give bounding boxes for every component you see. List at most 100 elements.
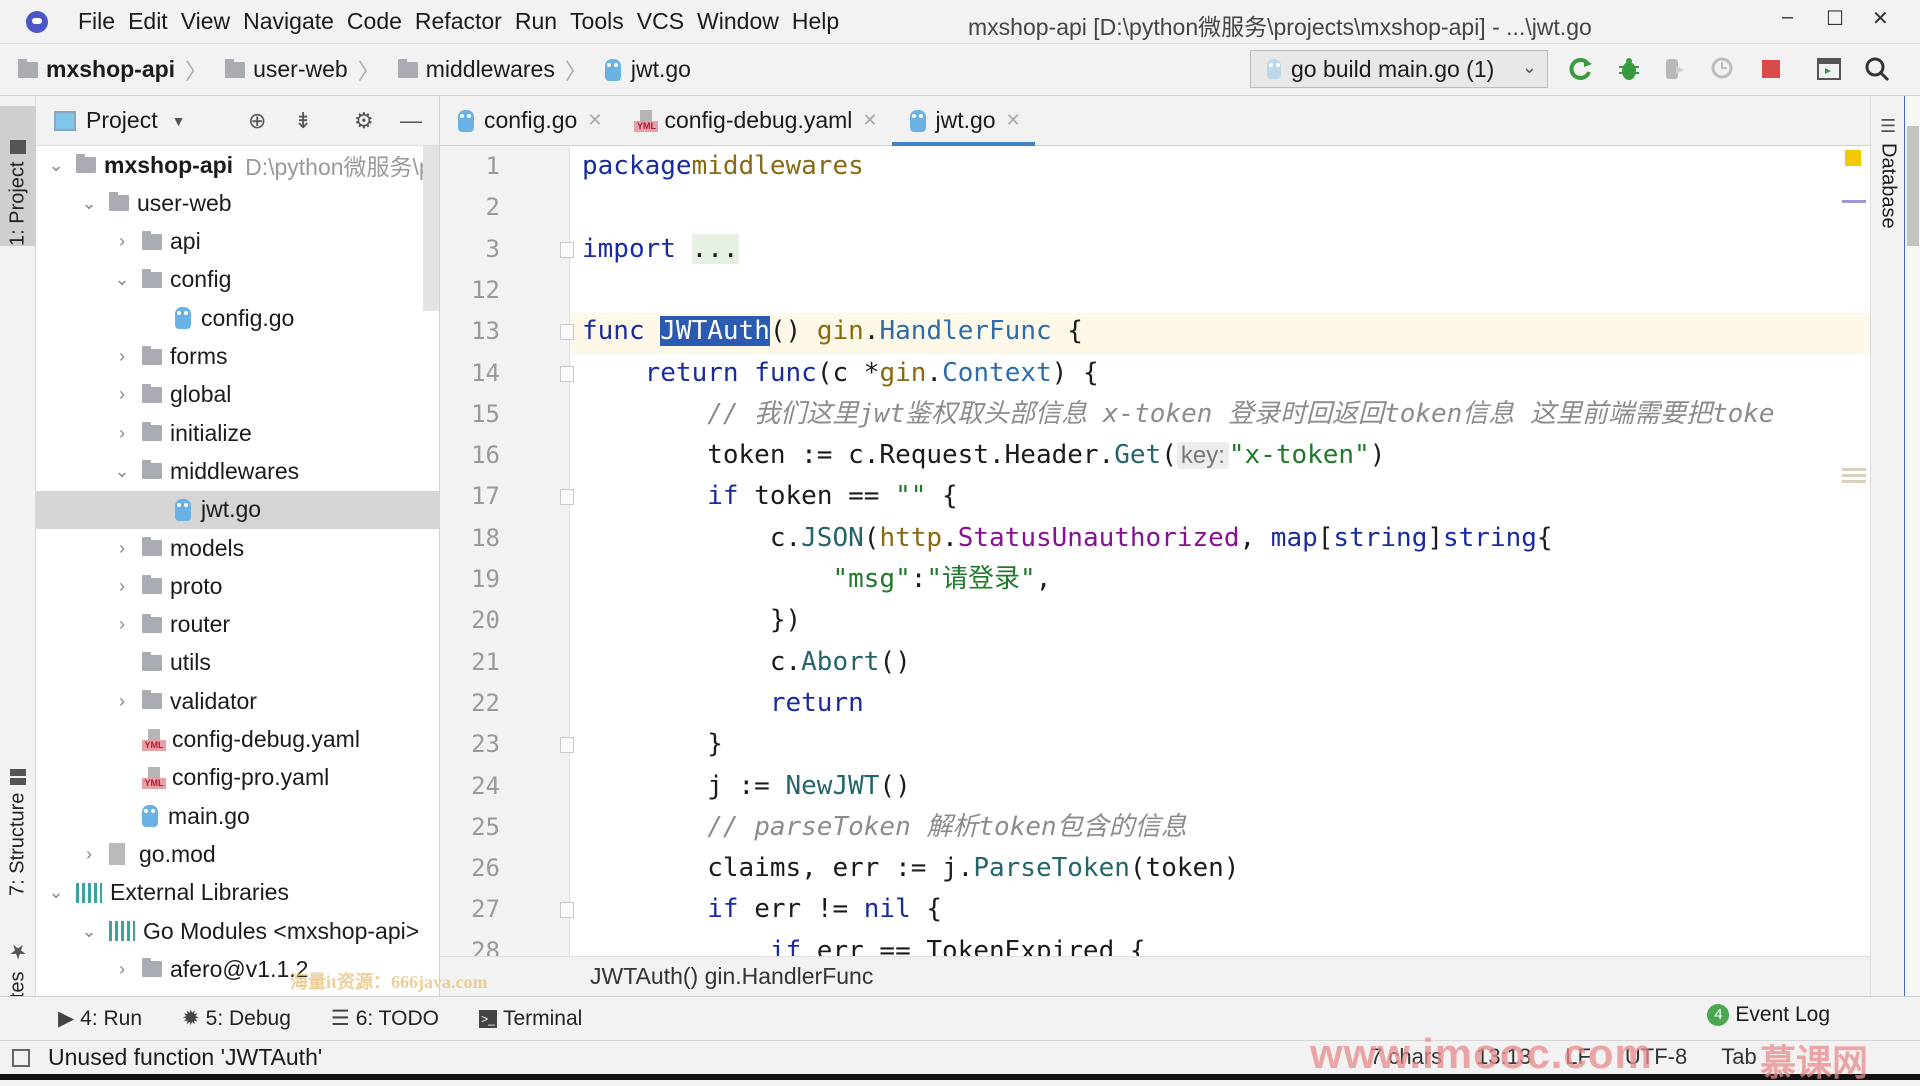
tree-item[interactable]: ⌄ mxshop-api D:\python微服务\pr — [36, 146, 440, 184]
fold-marker-icon[interactable] — [560, 737, 574, 754]
locate-file-icon[interactable]: ⊕ — [248, 108, 266, 134]
code-line[interactable]: j := NewJWT() — [582, 766, 911, 807]
close-tab-icon[interactable]: ✕ — [862, 110, 877, 131]
tree-item[interactable]: ⌄ middlewares — [36, 452, 440, 490]
code-breadcrumb[interactable]: JWTAuth() gin.HandlerFunc — [440, 956, 1870, 996]
fold-marker-icon[interactable] — [560, 324, 574, 341]
tree-item[interactable]: config-pro.yaml — [36, 759, 440, 797]
breadcrumb-project[interactable]: mxshop-api 〉 — [18, 54, 207, 86]
chevron-right-icon[interactable]: › — [112, 423, 132, 444]
tree-item[interactable]: › go.mod — [36, 835, 440, 873]
close-tab-icon[interactable]: ✕ — [587, 110, 602, 131]
project-view-selector[interactable]: Project — [86, 107, 158, 134]
fold-marker-icon[interactable] — [560, 489, 574, 506]
menu-window[interactable]: Window — [697, 8, 779, 35]
chevron-down-icon[interactable]: ⌄ — [46, 882, 66, 903]
chevron-down-icon[interactable]: ⌄ — [112, 269, 132, 290]
tree-item[interactable]: config.go — [36, 299, 440, 337]
gear-icon[interactable]: ⚙ — [354, 108, 374, 134]
tree-item[interactable]: ⌄ Go Modules <mxshop-api> — [36, 912, 440, 950]
tab-config-debug-yaml[interactable]: config-debug.yaml ✕ — [616, 96, 891, 146]
tool-event-log[interactable]: 4 Event Log — [1707, 1003, 1830, 1027]
fold-marker-icon[interactable] — [560, 902, 574, 919]
tree-item[interactable]: ⌄ External Libraries — [36, 874, 440, 912]
folded-region[interactable]: ... — [691, 233, 739, 264]
run-configuration-select[interactable]: go build main.go (1) ⌄ — [1250, 50, 1548, 88]
tool-tab-project[interactable]: 1: Project — [0, 106, 36, 246]
tool-terminal[interactable]: >_ Terminal — [478, 1007, 582, 1031]
code-line[interactable]: return func(c *gin.Context) { — [582, 353, 1099, 394]
tree-item[interactable]: ⌄ config — [36, 261, 440, 299]
chevron-down-icon[interactable]: ⌄ — [46, 155, 66, 176]
chevron-down-icon[interactable]: ⌄ — [79, 921, 99, 942]
tree-item[interactable]: › proto — [36, 567, 440, 605]
rerun-icon[interactable] — [1568, 56, 1594, 82]
editor-scrollbar[interactable] — [1904, 96, 1920, 996]
menu-tools[interactable]: Tools — [570, 8, 624, 35]
code-line[interactable]: }) — [582, 600, 801, 641]
tree-item[interactable]: utils — [36, 644, 440, 682]
tree-item[interactable]: ⌄ user-web — [36, 184, 440, 222]
chevron-right-icon[interactable]: › — [112, 614, 132, 635]
breadcrumb-middlewares[interactable]: middlewares 〉 — [397, 54, 587, 86]
collapse-all-icon[interactable]: ⇟ — [294, 108, 312, 134]
code-line[interactable]: if err != nil { — [582, 889, 942, 930]
menu-edit[interactable]: Edit — [128, 8, 168, 35]
code-line[interactable]: if token == "" { — [582, 476, 957, 517]
code-line[interactable]: return — [582, 683, 864, 724]
code-line[interactable]: func JWTAuth() gin.HandlerFunc { — [582, 311, 1083, 352]
chevron-right-icon[interactable]: › — [112, 959, 132, 980]
code-line[interactable]: c.JSON(http.StatusUnauthorized, map[stri… — [582, 518, 1553, 559]
menu-view[interactable]: View — [181, 8, 230, 35]
menu-refactor[interactable]: Refactor — [415, 8, 502, 35]
breadcrumb-file[interactable]: jwt.go — [604, 56, 691, 83]
maximize-button[interactable]: ☐ — [1826, 6, 1844, 31]
chevron-down-icon[interactable]: ⌄ — [79, 193, 99, 214]
close-tab-icon[interactable]: ✕ — [1006, 110, 1021, 131]
code-line[interactable]: import ... — [582, 229, 739, 270]
menu-help[interactable]: Help — [792, 8, 839, 35]
tree-scrollbar[interactable] — [423, 146, 439, 311]
debug-icon[interactable] — [1616, 56, 1642, 82]
tool-todo[interactable]: ☰ 6: TODO — [331, 1006, 439, 1031]
chevron-right-icon[interactable]: › — [79, 844, 99, 865]
tree-item[interactable]: › router — [36, 606, 440, 644]
close-button[interactable]: ✕ — [1872, 6, 1889, 31]
tree-item[interactable]: › models — [36, 529, 440, 567]
tree-item[interactable]: › validator — [36, 682, 440, 720]
tree-item[interactable]: › global — [36, 376, 440, 414]
code-line[interactable]: claims, err := j.ParseToken(token) — [582, 848, 1239, 889]
chevron-right-icon[interactable]: › — [112, 231, 132, 252]
chevron-right-icon[interactable]: › — [112, 691, 132, 712]
menu-navigate[interactable]: Navigate — [243, 8, 334, 35]
code-line[interactable]: token := c.Request.Header.Get(key: "x-tok… — [582, 435, 1385, 476]
tool-run[interactable]: ▶ 4: Run — [58, 1006, 142, 1031]
code-line[interactable]: packagemiddlewares — [582, 146, 864, 187]
breadcrumb-user-web[interactable]: user-web 〉 — [225, 54, 380, 86]
tab-jwt-go[interactable]: jwt.go ✕ — [891, 96, 1035, 146]
chevron-right-icon[interactable]: › — [112, 576, 132, 597]
toggle-tool-windows-icon[interactable] — [12, 1048, 30, 1067]
scrollbar-thumb[interactable] — [1907, 126, 1919, 246]
tab-config-go[interactable]: config.go ✕ — [440, 96, 616, 146]
chevron-right-icon[interactable]: › — [112, 346, 132, 367]
tree-item[interactable]: main.go — [36, 797, 440, 835]
code-line[interactable]: } — [582, 724, 723, 765]
chevron-right-icon[interactable]: › — [112, 538, 132, 559]
search-icon[interactable] — [1864, 56, 1890, 82]
warning-marker[interactable] — [1845, 150, 1861, 166]
chevron-down-icon[interactable]: ⌄ — [112, 461, 132, 482]
tree-item[interactable]: › api — [36, 223, 440, 261]
menu-file[interactable]: File — [78, 8, 115, 35]
code-line[interactable]: "msg":"请登录", — [582, 559, 1051, 600]
menu-vcs[interactable]: VCS — [637, 8, 684, 35]
chevron-right-icon[interactable]: › — [112, 384, 132, 405]
profile-icon[interactable] — [1710, 56, 1736, 82]
tree-item[interactable]: config-debug.yaml — [36, 721, 440, 759]
fold-marker-icon[interactable] — [560, 241, 574, 258]
tree-item[interactable]: › forms — [36, 338, 440, 376]
fold-marker-icon[interactable] — [560, 365, 574, 382]
menu-run[interactable]: Run — [515, 8, 557, 35]
tool-debug[interactable]: ✹ 5: Debug — [182, 1006, 291, 1031]
run-with-coverage-icon[interactable] — [1662, 56, 1688, 82]
